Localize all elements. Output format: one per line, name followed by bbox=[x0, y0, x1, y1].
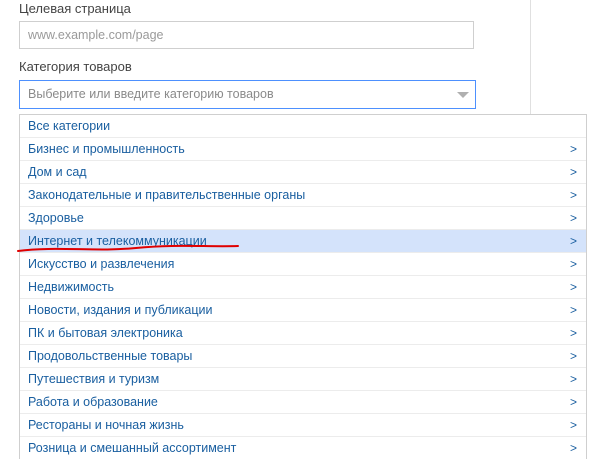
chevron-right-icon: > bbox=[569, 257, 577, 271]
form-panel: Целевая страница www.example.com/page Ка… bbox=[0, 0, 531, 128]
category-item-label: Интернет и телекоммуникации bbox=[28, 234, 207, 248]
category-item[interactable]: Продовольственные товары > bbox=[20, 345, 586, 368]
category-item-label: Законодательные и правительственные орга… bbox=[28, 188, 306, 202]
category-combobox[interactable]: Выберите или введите категорию товаров bbox=[19, 80, 476, 109]
chevron-right-icon: > bbox=[569, 234, 577, 248]
category-item[interactable]: Искусство и развлечения > bbox=[20, 253, 586, 276]
chevron-right-icon: > bbox=[569, 372, 577, 386]
category-item[interactable]: Новости, издания и публикации > bbox=[20, 299, 586, 322]
category-item-label: Продовольственные товары bbox=[28, 349, 193, 363]
chevron-right-icon: > bbox=[569, 349, 577, 363]
category-item[interactable]: ПК и бытовая электроника > bbox=[20, 322, 586, 345]
caret-down-icon[interactable] bbox=[457, 92, 469, 98]
category-item[interactable]: Здоровье > bbox=[20, 207, 586, 230]
category-item-label: Искусство и развлечения bbox=[28, 257, 175, 271]
chevron-right-icon: > bbox=[569, 326, 577, 340]
category-item-label: ПК и бытовая электроника bbox=[28, 326, 183, 340]
category-item-label: Все категории bbox=[28, 119, 111, 133]
category-item-label: Работа и образование bbox=[28, 395, 158, 409]
category-item-label: Бизнес и промышленность bbox=[28, 142, 185, 156]
chevron-right-icon: > bbox=[569, 188, 577, 202]
chevron-right-icon: > bbox=[569, 142, 577, 156]
category-item[interactable]: Недвижимость > bbox=[20, 276, 586, 299]
category-item[interactable]: Дом и сад > bbox=[20, 161, 586, 184]
chevron-right-icon: > bbox=[569, 303, 577, 317]
chevron-right-icon: > bbox=[569, 418, 577, 432]
category-dropdown-list[interactable]: Все категории Бизнес и промышленность > Д… bbox=[19, 114, 587, 459]
category-item-label: Новости, издания и публикации bbox=[28, 303, 213, 317]
category-item-highlighted[interactable]: Интернет и телекоммуникации > bbox=[20, 230, 586, 253]
category-item-label: Дом и сад bbox=[28, 165, 87, 179]
category-item-label: Здоровье bbox=[28, 211, 84, 225]
category-item[interactable]: Бизнес и промышленность > bbox=[20, 138, 586, 161]
category-item[interactable]: Работа и образование > bbox=[20, 391, 586, 414]
category-label: Категория товаров bbox=[19, 59, 132, 74]
chevron-right-icon: > bbox=[569, 280, 577, 294]
category-item[interactable]: Путешествия и туризм > bbox=[20, 368, 586, 391]
category-item-label: Рестораны и ночная жизнь bbox=[28, 418, 184, 432]
chevron-right-icon: > bbox=[569, 441, 577, 455]
category-item-label: Недвижимость bbox=[28, 280, 114, 294]
category-combobox-placeholder: Выберите или введите категорию товаров bbox=[28, 87, 274, 101]
target-page-label: Целевая страница bbox=[19, 1, 131, 16]
chevron-right-icon: > bbox=[569, 211, 577, 225]
target-page-input[interactable]: www.example.com/page bbox=[19, 21, 474, 49]
category-item-label: Розница и смешанный ассортимент bbox=[28, 441, 237, 455]
chevron-right-icon: > bbox=[569, 395, 577, 409]
category-item-label: Путешествия и туризм bbox=[28, 372, 160, 386]
category-item[interactable]: Розница и смешанный ассортимент > bbox=[20, 437, 586, 459]
category-item[interactable]: Законодательные и правительственные орга… bbox=[20, 184, 586, 207]
chevron-right-icon: > bbox=[569, 165, 577, 179]
category-item[interactable]: Рестораны и ночная жизнь > bbox=[20, 414, 586, 437]
category-item[interactable]: Все категории bbox=[20, 115, 586, 138]
